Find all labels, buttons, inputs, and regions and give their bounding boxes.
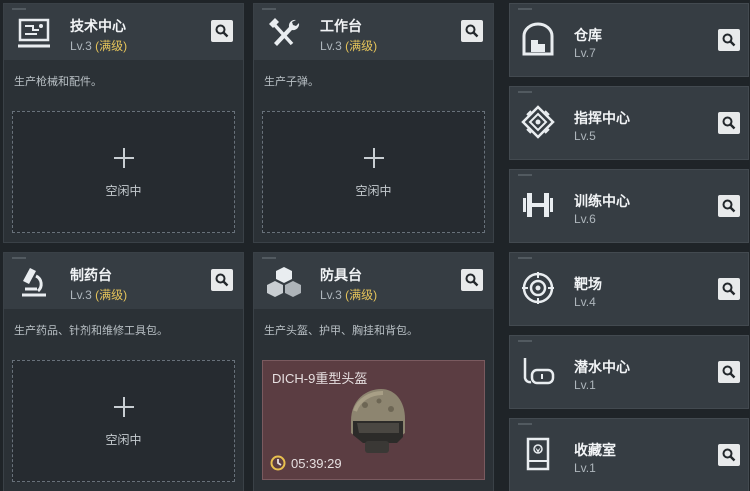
- search-button[interactable]: [718, 112, 740, 134]
- facility-card-command-center[interactable]: 指挥中心 Lv.5: [509, 86, 749, 160]
- search-button[interactable]: [718, 444, 740, 466]
- facility-name: 训练中心: [574, 193, 630, 209]
- computer-icon: [16, 16, 52, 50]
- warehouse-icon: [520, 22, 556, 56]
- facility-card-workbench[interactable]: 工作台 Lv.3 (满级) 生产子弹。 空闲中: [253, 3, 494, 243]
- facility-name: 潜水中心: [574, 359, 630, 375]
- search-button[interactable]: [211, 20, 233, 42]
- search-icon: [722, 365, 736, 379]
- level-value: Lv.3: [70, 288, 92, 302]
- card-marker: [518, 174, 532, 176]
- helmet-icon: [351, 389, 405, 453]
- facility-level: Lv.7: [574, 46, 596, 60]
- facility-level: Lv.1: [574, 461, 596, 475]
- facility-level: Lv.3 (满级): [320, 286, 377, 303]
- level-value: Lv.3: [70, 39, 92, 53]
- search-button[interactable]: [211, 269, 233, 291]
- search-button[interactable]: [461, 20, 483, 42]
- facility-level: Lv.5: [574, 129, 596, 143]
- level-value: Lv.3: [320, 288, 342, 302]
- cubes-icon: [266, 265, 302, 299]
- facility-description: 生产药品、针剂和维修工具包。: [14, 325, 168, 337]
- display-case-icon: [520, 437, 556, 471]
- facility-name: 仓库: [574, 27, 602, 43]
- search-icon: [465, 273, 479, 287]
- max-level-badge: (满级): [95, 288, 128, 302]
- level-value: Lv.3: [320, 39, 342, 53]
- diving-mask-icon: [520, 354, 556, 388]
- facility-card-warehouse[interactable]: 仓库 Lv.7: [509, 3, 749, 77]
- idle-production-slot[interactable]: 空闲中: [12, 360, 235, 482]
- search-button[interactable]: [718, 195, 740, 217]
- search-icon: [722, 448, 736, 462]
- card-header: 制药台 Lv.3 (满级): [4, 253, 243, 309]
- facility-name: 指挥中心: [574, 110, 630, 126]
- search-button[interactable]: [718, 361, 740, 383]
- facility-level: Lv.3 (满级): [320, 37, 377, 54]
- facility-description: 生产子弹。: [264, 76, 319, 88]
- facility-level: Lv.1: [574, 378, 596, 392]
- search-icon: [722, 199, 736, 213]
- timer-icon: [270, 455, 286, 471]
- card-header: 技术中心 Lv.3 (满级): [4, 4, 243, 60]
- microscope-icon: [16, 265, 52, 299]
- facility-card-collection-room[interactable]: 收藏室 Lv.1: [509, 418, 749, 491]
- facility-card-shooting-range[interactable]: 靶场 Lv.4: [509, 252, 749, 326]
- search-button[interactable]: [461, 269, 483, 291]
- idle-production-slot[interactable]: 空闲中: [262, 111, 485, 233]
- search-icon: [722, 116, 736, 130]
- max-level-badge: (满级): [345, 288, 378, 302]
- crafting-slot[interactable]: DICH-9重型头盔 05:39:29: [262, 360, 485, 480]
- card-marker: [518, 423, 532, 425]
- max-level-badge: (满级): [345, 39, 378, 53]
- max-level-badge: (满级): [95, 39, 128, 53]
- card-header: 工作台 Lv.3 (满级): [254, 4, 493, 60]
- plus-icon: [113, 397, 134, 417]
- idle-label: 空闲中: [105, 184, 142, 198]
- idle-label: 空闲中: [355, 184, 392, 198]
- facility-card-diving-center[interactable]: 潜水中心 Lv.1: [509, 335, 749, 409]
- facility-level: Lv.3 (满级): [70, 37, 127, 54]
- search-icon: [722, 282, 736, 296]
- target-icon: [520, 271, 556, 305]
- card-marker: [518, 91, 532, 93]
- facility-description: 生产头盔、护甲、胸挂和背包。: [264, 325, 418, 337]
- search-icon: [215, 273, 229, 287]
- facility-card-tech-center[interactable]: 技术中心 Lv.3 (满级) 生产枪械和配件。 空闲中: [3, 3, 244, 243]
- card-marker: [518, 340, 532, 342]
- idle-production-slot[interactable]: 空闲中: [12, 111, 235, 233]
- facility-level: Lv.3 (满级): [70, 286, 127, 303]
- search-icon: [722, 33, 736, 47]
- facility-level: Lv.4: [574, 295, 596, 309]
- search-icon: [465, 24, 479, 38]
- facility-name: 收藏室: [574, 442, 616, 458]
- facility-description: 生产枪械和配件。: [14, 76, 102, 88]
- facility-card-armor-bench[interactable]: 防具台 Lv.3 (满级) 生产头盔、护甲、胸挂和背包。 DICH-9重型头盔 …: [253, 252, 494, 491]
- emblem-icon: [520, 105, 556, 139]
- plus-icon: [113, 148, 134, 168]
- facility-name: 工作台: [320, 18, 362, 34]
- tools-icon: [266, 16, 302, 50]
- facility-name: 靶场: [574, 276, 602, 292]
- facility-card-pharmacy[interactable]: 制药台 Lv.3 (满级) 生产药品、针剂和维修工具包。 空闲中: [3, 252, 244, 491]
- search-button[interactable]: [718, 278, 740, 300]
- search-button[interactable]: [718, 29, 740, 51]
- facility-level: Lv.6: [574, 212, 596, 226]
- facility-name: 制药台: [70, 267, 112, 283]
- facility-card-training-center[interactable]: 训练中心 Lv.6: [509, 169, 749, 243]
- card-header: 防具台 Lv.3 (满级): [254, 253, 493, 309]
- facility-name: 技术中心: [70, 18, 126, 34]
- dumbbell-icon: [520, 188, 556, 222]
- search-icon: [215, 24, 229, 38]
- facility-name: 防具台: [320, 267, 362, 283]
- card-marker: [518, 8, 532, 10]
- card-marker: [518, 257, 532, 259]
- plus-icon: [363, 148, 384, 168]
- crafting-timer: 05:39:29: [291, 456, 342, 471]
- idle-label: 空闲中: [105, 433, 142, 447]
